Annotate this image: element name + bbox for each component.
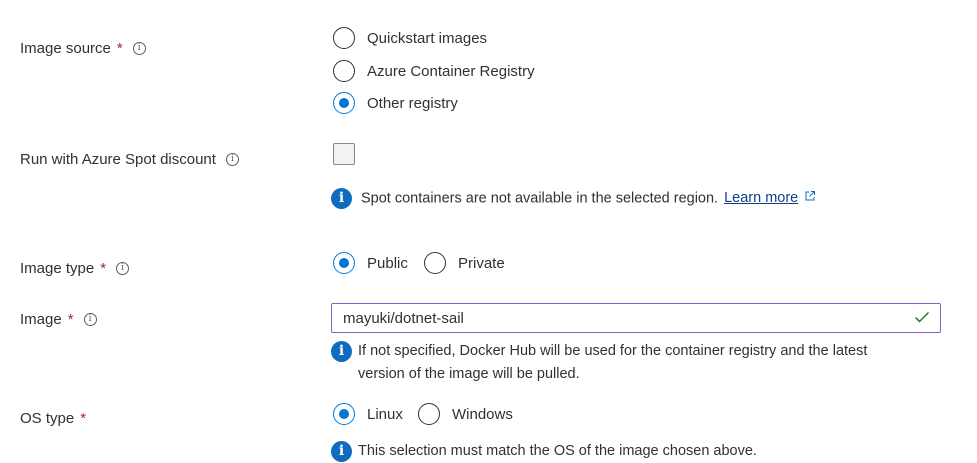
radio-button[interactable]: [333, 27, 355, 49]
radio-private[interactable]: Private: [424, 251, 505, 275]
spot-discount-label-row: Run with Azure Spot discount i: [20, 148, 239, 170]
radio-windows[interactable]: Windows: [418, 402, 513, 426]
info-filled-icon: i: [331, 188, 352, 209]
info-icon[interactable]: i: [132, 41, 146, 55]
info-icon[interactable]: i: [116, 261, 130, 275]
spot-discount-checkbox[interactable]: [333, 143, 355, 165]
os-type-info-message: i This selection must match the OS of th…: [331, 440, 757, 463]
image-type-label-row: Image type * i: [20, 257, 130, 279]
radio-label: Public: [367, 254, 408, 272]
learn-more-link[interactable]: Learn more: [724, 190, 798, 206]
radio-label: Windows: [452, 405, 513, 423]
radio-button-selected[interactable]: [333, 252, 355, 274]
checkmark-icon: [914, 310, 930, 327]
radio-quickstart-images[interactable]: Quickstart images: [333, 26, 487, 50]
radio-public[interactable]: Public: [333, 251, 408, 275]
image-message-line-2: version of the image will be pulled.: [358, 366, 580, 382]
radio-other-registry[interactable]: Other registry: [333, 91, 458, 115]
image-message-line-1: If not specified, Docker Hub will be use…: [358, 343, 868, 359]
radio-button[interactable]: [333, 60, 355, 82]
info-icon[interactable]: i: [83, 312, 97, 326]
radio-label: Quickstart images: [367, 29, 488, 47]
radio-button[interactable]: [418, 403, 440, 425]
radio-button[interactable]: [424, 252, 446, 274]
required-marker: *: [100, 259, 107, 277]
os-type-message-text: This selection must match the OS of the …: [358, 443, 757, 459]
spot-discount-label: Run with Azure Spot discount: [20, 150, 216, 168]
external-link-icon[interactable]: [804, 187, 816, 210]
required-marker: *: [80, 409, 87, 427]
info-filled-icon: i: [331, 341, 352, 362]
radio-label: Other registry: [367, 94, 458, 112]
required-marker: *: [67, 310, 74, 328]
os-type-label-row: OS type *: [20, 407, 86, 429]
image-type-label: Image type: [20, 259, 95, 277]
info-icon[interactable]: i: [225, 152, 239, 166]
image-label: Image: [20, 310, 62, 328]
os-type-label: OS type: [20, 409, 75, 427]
radio-button-selected[interactable]: [333, 92, 355, 114]
radio-linux[interactable]: Linux: [333, 402, 403, 426]
radio-azure-container-registry[interactable]: Azure Container Registry: [333, 59, 535, 83]
image-info-message: i If not specified, Docker Hub will be u…: [331, 340, 867, 386]
radio-button-selected[interactable]: [333, 403, 355, 425]
spot-message-text: Spot containers are not available in the…: [361, 190, 719, 207]
spot-info-message: i Spot containers are not available in t…: [331, 187, 816, 210]
image-input[interactable]: mayuki/dotnet-sail: [331, 303, 941, 333]
radio-label: Linux: [367, 405, 403, 423]
radio-label: Azure Container Registry: [367, 62, 535, 80]
image-label-row: Image * i: [20, 308, 97, 330]
required-marker: *: [116, 39, 123, 57]
image-source-label-row: Image source * i: [20, 37, 146, 59]
radio-label: Private: [458, 254, 505, 272]
image-source-label: Image source: [20, 39, 111, 57]
image-input-value[interactable]: mayuki/dotnet-sail: [343, 310, 914, 327]
info-filled-icon: i: [331, 441, 352, 462]
